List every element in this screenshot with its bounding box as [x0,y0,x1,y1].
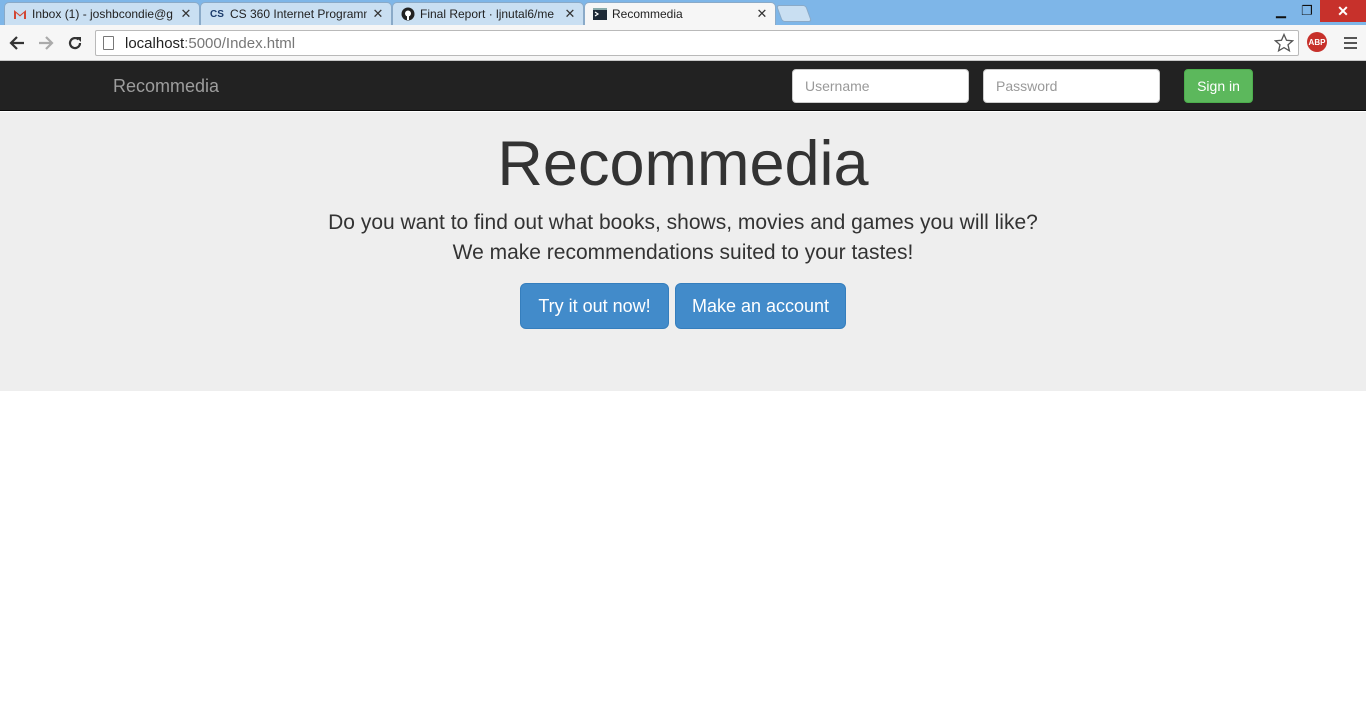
close-tab-icon[interactable]: ✕ [179,6,193,22]
jumbotron: Recommedia Do you want to find out what … [0,112,1366,391]
password-input[interactable] [983,69,1160,103]
window-close-icon[interactable]: ✕ [1320,0,1366,22]
tab-title: Final Report · ljnutal6/me [420,7,555,21]
tab-inbox[interactable]: Inbox (1) - joshbcondie@g ✕ [4,2,200,25]
try-it-out-button[interactable]: Try it out now! [520,283,669,329]
github-icon [401,7,415,21]
tagline-statement: We make recommendations suited to your t… [452,241,914,264]
terminal-icon [593,7,607,21]
page-icon [103,36,114,50]
tab-recommedia[interactable]: Recommedia ✕ [584,2,776,25]
tab-title: Inbox (1) - joshbcondie@g [32,7,173,21]
page-content: Recommedia Sign in Recommedia Do you wan… [0,61,1366,728]
tagline-question: Do you want to find out what books, show… [328,211,1038,234]
close-tab-icon[interactable]: ✕ [755,6,769,22]
username-input[interactable] [792,69,969,103]
forward-arrow-icon[interactable] [35,32,57,54]
tab-cs360[interactable]: CS CS 360 Internet Programmi ✕ [200,2,392,25]
make-account-button[interactable]: Make an account [675,283,846,329]
url-host: localhost [125,34,185,52]
close-tab-icon[interactable]: ✕ [371,6,385,22]
address-bar[interactable]: localhost:5000/Index.html [95,30,1299,56]
minimize-icon[interactable]: ▁ [1268,0,1294,22]
new-tab-button[interactable] [775,5,813,22]
browser-menu-icon[interactable] [1340,34,1360,52]
reload-icon[interactable] [64,32,86,54]
cs-icon: CS [210,8,224,20]
gmail-icon [13,7,27,21]
navbar-brand[interactable]: Recommedia [113,76,219,97]
window-controls: ▁ ❐ ✕ [1268,0,1366,22]
navbar: Recommedia Sign in [0,61,1366,111]
browser-toolbar: localhost:5000/Index.html ABP [0,25,1366,61]
tab-final-report[interactable]: Final Report · ljnutal6/me ✕ [392,2,584,25]
close-tab-icon[interactable]: ✕ [563,6,577,22]
tab-title: CS 360 Internet Programmi [230,7,367,21]
adblock-icon[interactable]: ABP [1307,32,1327,52]
tab-title: Recommedia [612,7,683,21]
bookmark-star-icon[interactable] [1273,32,1295,57]
restore-icon[interactable]: ❐ [1294,0,1320,22]
page-title: Recommedia [497,129,869,199]
back-arrow-icon[interactable] [6,32,28,54]
sign-in-button[interactable]: Sign in [1184,69,1253,103]
browser-tab-strip: Inbox (1) - joshbcondie@g ✕ CS CS 360 In… [0,0,1366,25]
url-path: :5000/Index.html [184,34,296,52]
